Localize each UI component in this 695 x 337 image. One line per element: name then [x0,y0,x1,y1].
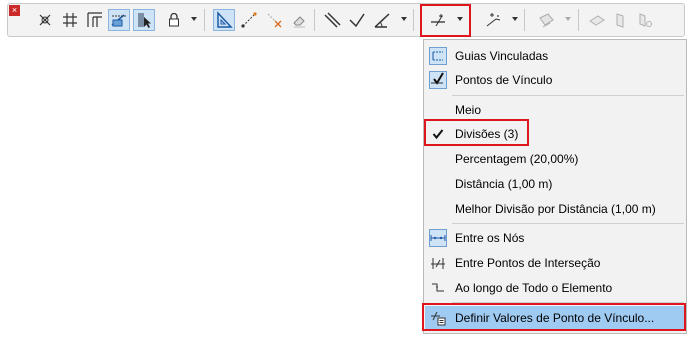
perpendicular-icon[interactable] [346,9,368,31]
highlight-frame [424,119,529,146]
toolbar-separator [524,9,525,31]
menu-item-ao-longo-de-todo[interactable]: Ao longo de Todo o Elemento [425,277,685,299]
lock-icon[interactable] [163,9,185,31]
snap-point-check-icon [429,71,447,89]
grid-snap-icon[interactable] [59,9,81,31]
menu-item-guias-vinculadas[interactable]: Guias Vinculadas [425,45,685,67]
3d-edit-icon[interactable] [610,9,632,31]
3d-grid-icon[interactable] [586,9,608,31]
measure-line-icon[interactable] [238,9,260,31]
angle-icon[interactable] [371,9,393,31]
triangle-ruler-icon[interactable] [213,9,235,31]
menu-item-label: Meio [455,103,482,117]
sparkle-dropdown-icon[interactable] [512,17,518,21]
menu-item-label: Guias Vinculadas [455,49,549,63]
toolbar-separator [314,9,315,31]
menu-separator [452,223,684,224]
menu-item-entre-pontos-de-intersecao[interactable]: Entre Pontos de Interseção [425,252,685,274]
menu-item-label: Entre Pontos de Interseção [455,256,601,270]
linked-guides-icon [429,47,447,65]
3d-plane-dropdown-icon[interactable] [565,17,571,21]
menu-item-label: Distância (1,00 m) [455,177,553,191]
menu-item-pontos-de-vinculo[interactable]: Pontos de Vínculo [425,69,685,91]
angle-dropdown-icon[interactable] [401,17,407,21]
menu-item-melhor-divisao[interactable]: Melhor Divisão por Distância (1,00 m) [425,198,685,220]
3d-edit-extra-icon[interactable] [634,9,656,31]
between-nodes-icon [429,229,447,247]
menu-item-label: Ao longo de Todo o Elemento [455,281,613,295]
menu-item-label: Percentagem (20,00%) [455,152,579,166]
intersection-points-icon [429,254,447,272]
menu-item-percentagem[interactable]: Percentagem (20,00%) [425,148,685,170]
menu-item-entre-os-nos[interactable]: Entre os Nós [425,227,685,249]
along-element-icon [429,279,447,297]
menu-item-meio[interactable]: Meio [425,99,685,121]
snap-points-menu: Guias Vinculadas Pontos de Vínculo Meio … [423,39,687,334]
parallel-icon[interactable] [321,9,343,31]
highlight-frame [420,4,471,37]
guide-lines-icon[interactable] [108,9,130,31]
toolbar-separator [413,9,414,31]
toolbar-separator [204,9,205,31]
menu-item-label: Pontos de Vínculo [455,73,553,87]
highlight-frame [422,303,686,331]
special-snap-icon[interactable] [34,9,56,31]
menu-item-label: Melhor Divisão por Distância (1,00 m) [455,202,656,216]
lock-dropdown-icon[interactable] [191,17,197,21]
sparkle-cursor-icon[interactable] [482,9,504,31]
close-icon[interactable]: × [9,5,20,16]
menu-item-label: Entre os Nós [455,231,525,245]
delete-point-icon[interactable] [263,9,285,31]
eraser-icon[interactable] [288,9,310,31]
select-arrow-icon[interactable] [133,9,155,31]
menu-item-distancia[interactable]: Distância (1,00 m) [425,173,685,195]
snap-guides-icon[interactable] [84,9,106,31]
snap-toolbar: × [7,3,685,37]
3d-plane-icon[interactable] [535,9,557,31]
menu-separator [452,95,684,96]
toolbar-separator [578,9,579,31]
